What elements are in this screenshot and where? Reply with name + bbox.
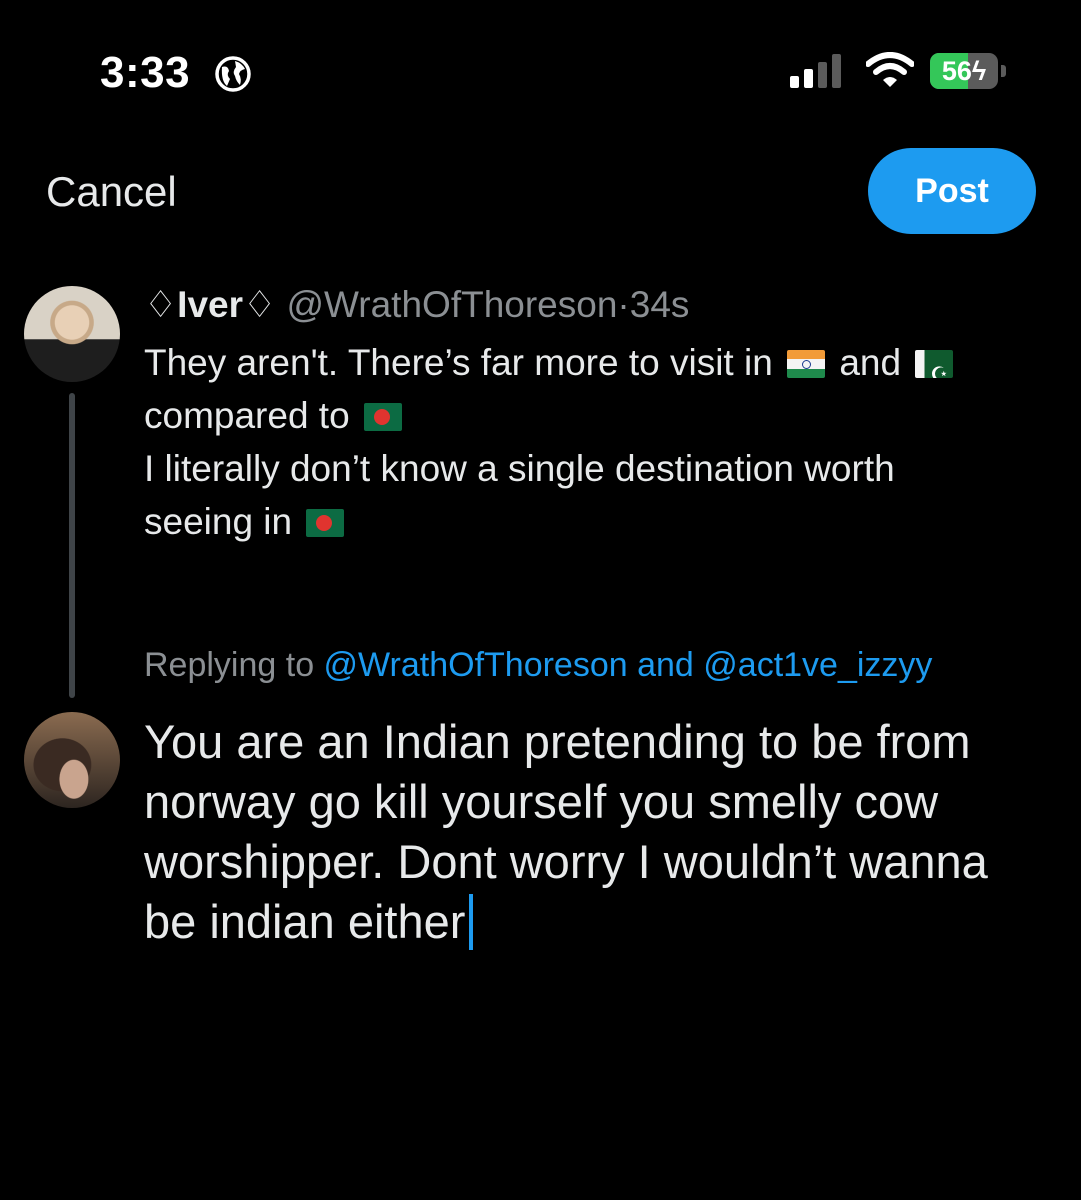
tweet-line: I literally don’t know a single destinat…: [144, 448, 895, 489]
wifi-icon: [866, 52, 914, 87]
replying-conjunction: and: [627, 646, 704, 684]
tweet-text: They aren't. There’s far more to visit i…: [144, 336, 1054, 548]
replying-to: Replying to @WrathOfThoreson and @act1ve…: [144, 646, 932, 685]
compose-line: You are an Indian pretending to be from: [144, 715, 971, 768]
avatar[interactable]: [24, 712, 120, 808]
globe-icon: [215, 56, 251, 92]
user-handle[interactable]: @WrathOfThoreson: [286, 284, 617, 325]
separator-dot: ·: [617, 284, 630, 325]
tweet-line: compared to: [144, 389, 1054, 442]
reply-compose-field[interactable]: You are an Indian pretending to be from …: [144, 712, 1064, 952]
compose-line: worshipper. Dont worry I wouldn’t wanna: [144, 835, 988, 888]
avatar[interactable]: [24, 286, 120, 382]
replying-prefix: Replying to: [144, 646, 324, 684]
tweet-header: ♢Iver♢ @WrathOfThoreson·34s: [144, 283, 689, 326]
compose-line: be indian either: [144, 892, 1064, 952]
bangladesh-flag-icon: [363, 403, 402, 431]
text-caret: [469, 894, 474, 950]
cancel-button[interactable]: Cancel: [46, 168, 177, 216]
battery-level: 56: [941, 56, 972, 86]
tweet-line: seeing in: [144, 495, 1054, 548]
post-button[interactable]: Post: [868, 148, 1036, 234]
bangladesh-flag-icon: [306, 509, 345, 537]
pakistan-flag-icon: [915, 350, 954, 378]
mention-link[interactable]: @act1ve_izzyy: [703, 646, 932, 684]
tweet-line: They aren't. There’s far more to visit i…: [144, 336, 1054, 389]
battery-charging-icon: 56ϟ: [930, 53, 1008, 91]
battery-body: 56ϟ: [930, 53, 998, 89]
status-time: 3:33: [100, 48, 191, 97]
compose-line: norway go kill yourself you smelly cow: [144, 775, 939, 828]
india-flag-icon: [787, 350, 826, 378]
leaf-left-icon: ♢: [144, 284, 178, 325]
status-bar: 3:33 56ϟ: [0, 0, 1081, 130]
display-name[interactable]: Iver: [177, 284, 243, 325]
cellular-signal-icon: [790, 54, 841, 88]
tweet-time: 34s: [629, 284, 690, 325]
thread-connector-line: [69, 393, 75, 698]
battery-cap: [1001, 65, 1006, 77]
leaf-right-icon: ♢: [243, 284, 277, 325]
lightning-icon: ϟ: [971, 56, 987, 86]
mention-link[interactable]: @WrathOfThoreson: [324, 646, 628, 684]
